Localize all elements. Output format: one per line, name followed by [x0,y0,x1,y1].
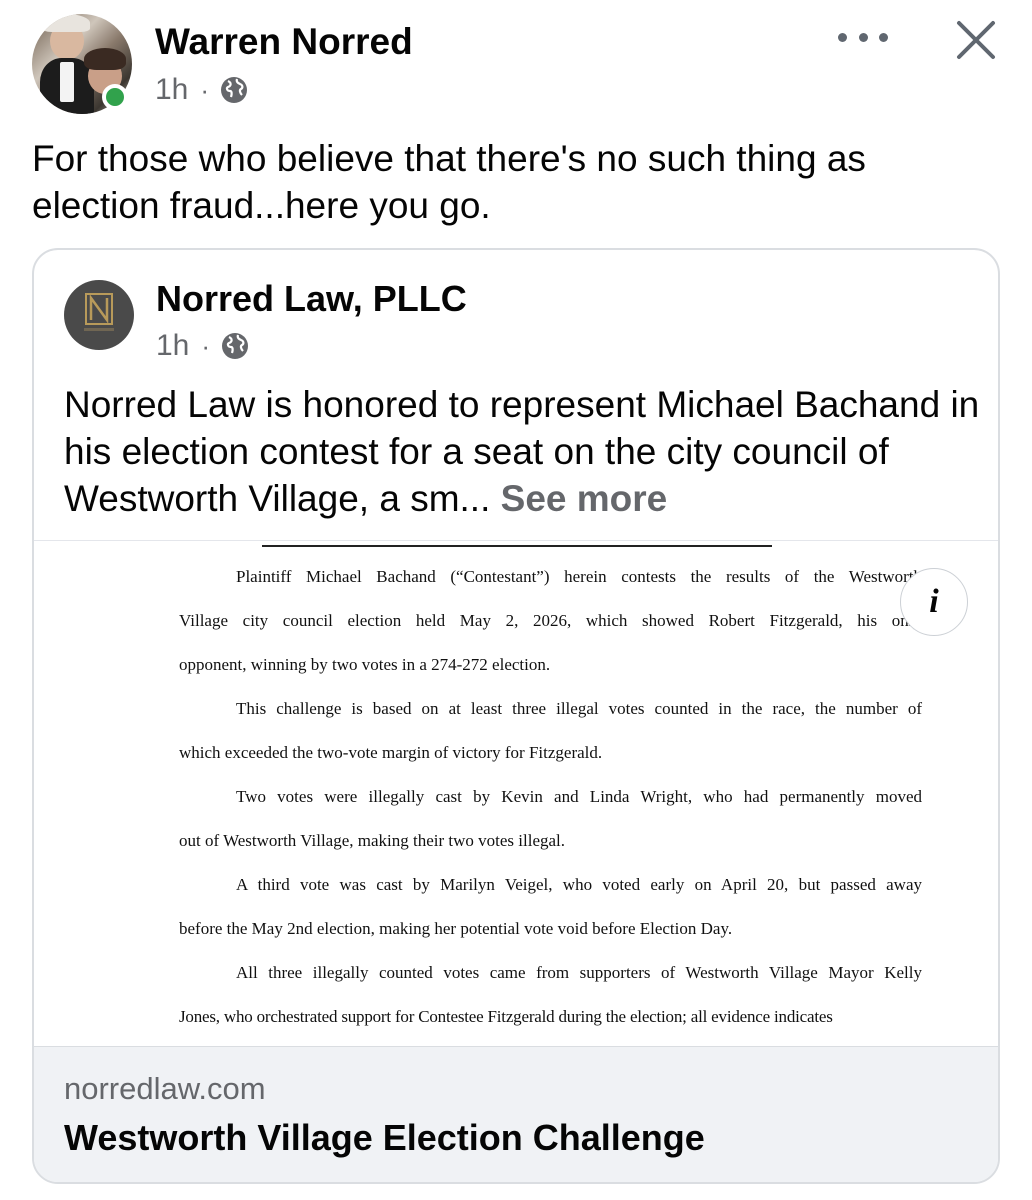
shared-post-timestamp[interactable]: 1h [156,329,189,363]
doc-line: opponent, winning by two votes in a 274-… [179,655,551,674]
post-text: For those who believe that there's no su… [32,138,866,226]
shared-post-text: Norred Law is honored to represent Micha… [64,381,984,522]
doc-line: Jones, who orchestrated support for Cont… [179,1007,833,1026]
doc-line: Two votes were illegally cast by Kevin a… [236,787,922,806]
doc-line: A third vote was cast by Marilyn Veigel,… [236,875,922,894]
norred-law-logo [84,293,114,331]
author-name[interactable]: Warren Norred [155,20,413,64]
doc-line: This challenge is based on at least thre… [236,699,922,718]
online-status-indicator [102,84,128,110]
meta-separator: · [201,330,211,361]
doc-line: which exceeded the two-vote margin of vi… [179,743,603,762]
shared-page-name[interactable]: Norred Law, PLLC [156,278,467,320]
see-more-link[interactable]: See more [501,478,668,519]
more-dot [858,32,868,42]
shared-post-card[interactable]: Norred Law, PLLC 1h · Norred Law is hono… [32,248,1000,1184]
close-icon[interactable] [954,18,998,62]
link-title[interactable]: Westworth Village Election Challenge [64,1117,705,1159]
meta-separator: · [200,74,210,105]
info-icon[interactable]: i [900,568,968,636]
doc-line: All three illegally counted votes came f… [236,963,922,982]
doc-line: before the May 2nd election, making her … [179,919,733,938]
more-dot [838,32,847,42]
link-preview-footer[interactable]: norredlaw.com Westworth Village Election… [34,1046,998,1182]
doc-heading-underline [262,541,772,547]
more-dot [879,32,888,42]
globe-icon [221,77,248,103]
globe-icon [222,333,249,359]
more-options-button[interactable] [838,22,888,52]
shared-post-meta: 1h · [156,326,250,366]
doc-line: Village city council election held May 2… [179,611,922,630]
page-avatar[interactable] [64,280,134,350]
doc-line: out of Westworth Village, making their t… [179,831,566,850]
post-timestamp[interactable]: 1h [155,73,188,107]
link-preview-image[interactable]: Plaintiff Michael Bachand (“Contestant”)… [34,540,998,1047]
link-domain: norredlaw.com [64,1071,266,1106]
doc-line: Plaintiff Michael Bachand (“Contestant”)… [236,567,922,586]
post-meta: 1h · [155,70,249,110]
